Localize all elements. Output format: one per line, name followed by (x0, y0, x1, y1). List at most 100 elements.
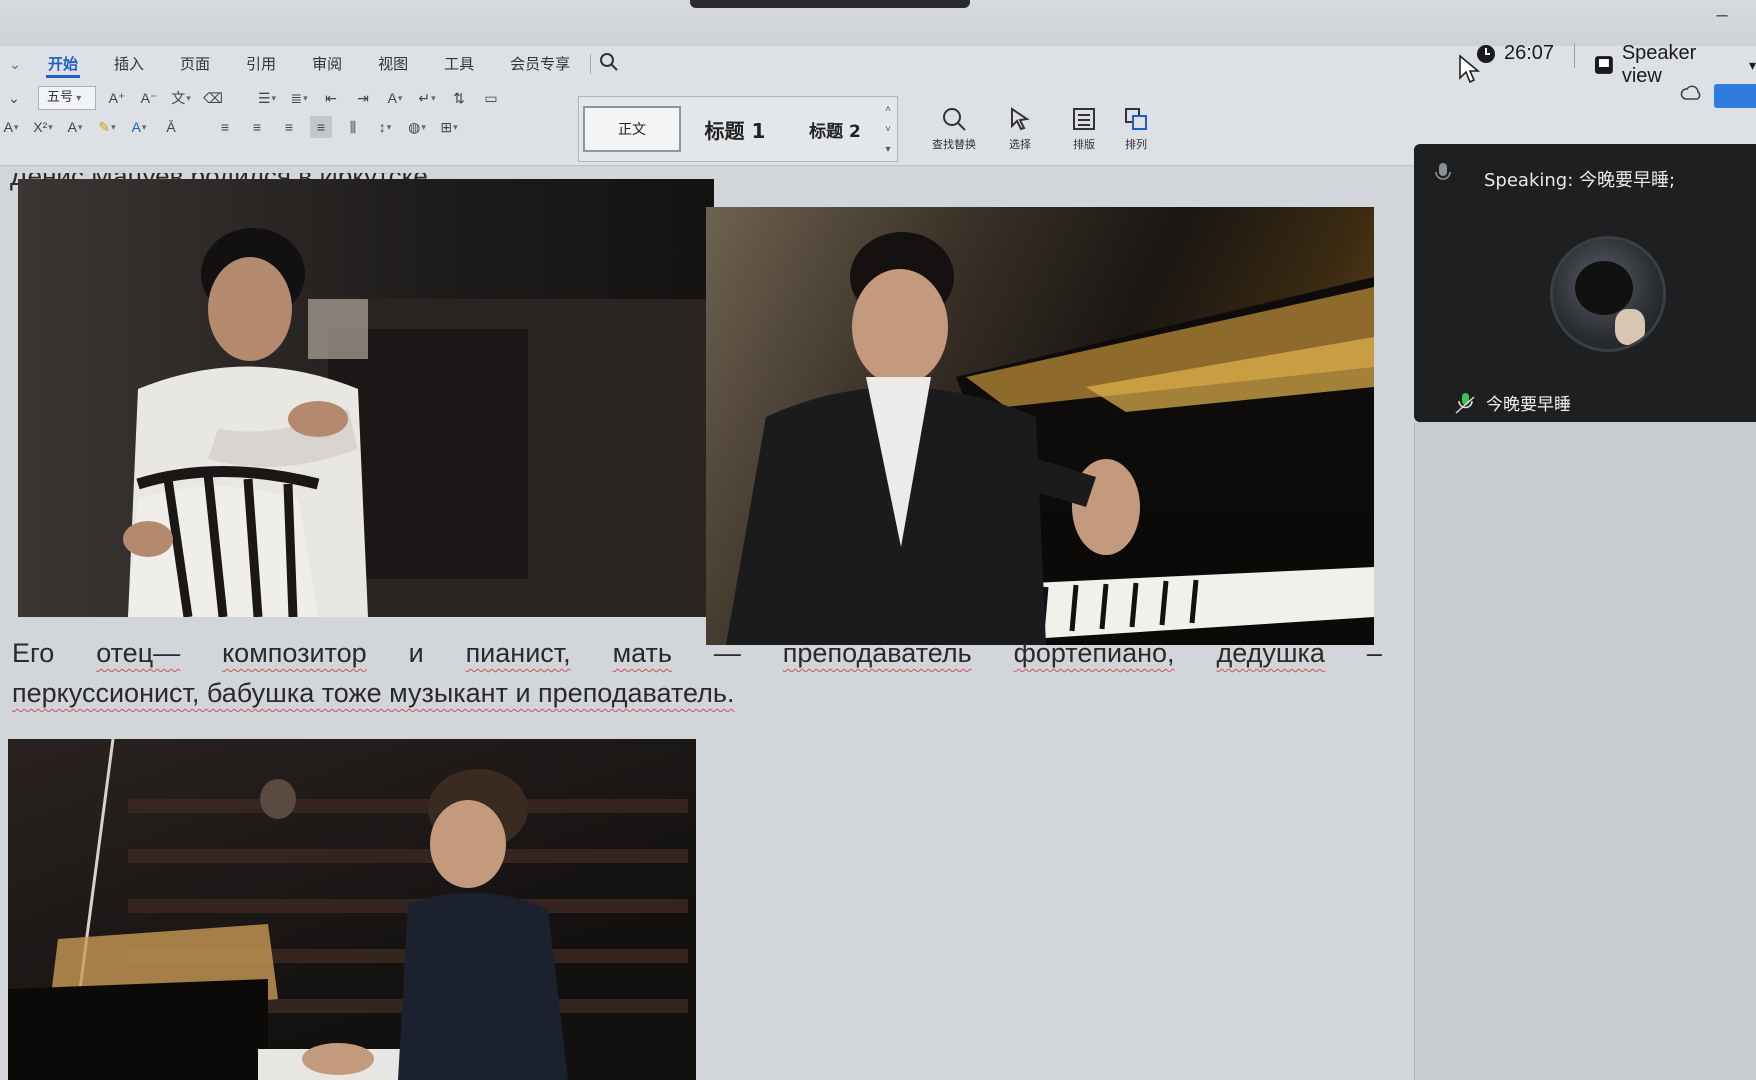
photo-pianist-at-piano[interactable] (706, 207, 1374, 645)
tab-insert[interactable]: 插入 (96, 50, 162, 78)
tab-references[interactable]: 引用 (228, 50, 294, 78)
arrange-label: 排列 (1125, 138, 1147, 151)
distribute-icon[interactable]: ⫼ (342, 116, 364, 138)
paragraph-line-2: перкуссионист, бабушка тоже музыкант и п… (12, 678, 735, 708)
increase-indent-icon[interactable]: ⇥ (352, 87, 374, 109)
right-side-panel (1414, 422, 1756, 1080)
expand-icon[interactable]: ▾ (881, 144, 895, 155)
chevron-up-icon[interactable]: ˄ (881, 104, 895, 115)
select-cursor-icon (1011, 107, 1030, 131)
word: преподаватель (782, 638, 972, 668)
text-direction-icon[interactable]: A (384, 87, 406, 109)
decrease-font-icon[interactable]: A⁻ (138, 87, 160, 109)
tab-review[interactable]: 审阅 (294, 50, 360, 78)
share-button[interactable] (1714, 84, 1756, 108)
photo-pianist-playing[interactable] (8, 739, 696, 1080)
word: – (1366, 638, 1382, 668)
microphone-icon (1435, 163, 1451, 180)
chevron-down-icon[interactable]: ⌄ (0, 56, 30, 73)
select-button[interactable]: 选择 (988, 106, 1052, 164)
font-size-dropdown[interactable]: 五号 (38, 86, 96, 110)
minimize-button[interactable]: – (1710, 5, 1734, 26)
font-color-icon[interactable]: A (128, 116, 150, 138)
highlight-icon[interactable]: ✎ (96, 116, 118, 138)
chevron-down-icon[interactable]: ˅ (881, 124, 895, 135)
timer-value: 26:07 (1504, 42, 1555, 64)
word: фортепиано, (1013, 638, 1175, 668)
tab-home[interactable]: 开始 (30, 50, 96, 78)
mouse-cursor-icon (1459, 54, 1481, 84)
font-toolbar-row-2: A X² A ✎ A Ā ≡ ≡ ≡ ≡ ⫼ ↕ ◍ ⊞ (0, 116, 460, 138)
meeting-timer: 26:07 (1476, 42, 1554, 65)
search-icon (943, 108, 966, 131)
tab-view[interactable]: 视图 (360, 50, 426, 78)
show-marks-icon[interactable]: ▭ (480, 87, 502, 109)
line-break-icon[interactable]: ↵ (416, 87, 438, 109)
align-center-icon[interactable]: ≡ (246, 116, 268, 138)
word: — (713, 638, 741, 668)
search-icon[interactable] (599, 52, 623, 76)
bullet-list-icon[interactable]: ☰ (256, 87, 278, 109)
borders-icon[interactable]: ⊞ (438, 116, 460, 138)
justify-icon[interactable]: ≡ (310, 116, 332, 138)
document-page[interactable]: Денис Мацуев родился в Иркутске. Его оте… (0, 167, 1414, 1080)
speaker-view-icon (1594, 56, 1613, 74)
title-bar-dark-strip (690, 0, 970, 8)
phonetic-guide-icon[interactable]: 文 (170, 87, 192, 109)
word: композитор (222, 638, 367, 668)
align-left-icon[interactable]: ≡ (214, 116, 236, 138)
speaker-view-button[interactable]: Speaker view ▾ (1594, 42, 1756, 88)
photo-piano-illustration (726, 232, 1374, 645)
photo-portrait-illustration (123, 228, 714, 617)
word: Его (12, 638, 55, 668)
tab-member[interactable]: 会员专享 (492, 50, 588, 78)
decrease-indent-icon[interactable]: ⇤ (320, 87, 342, 109)
line-spacing-icon[interactable]: ↕ (374, 116, 396, 138)
photo-pianist-portrait[interactable] (18, 179, 714, 617)
word: мать (612, 638, 672, 668)
document-canvas: Денис Мацуев родился в Иркутске. Его оте… (0, 167, 1414, 1080)
style-heading-2[interactable]: 标题 2 (789, 106, 881, 152)
font-name-dropdown[interactable]: ⌄ (0, 87, 28, 109)
avatar (1550, 236, 1666, 352)
mic-active-icon (1455, 392, 1475, 414)
increase-font-icon[interactable]: A⁺ (106, 87, 128, 109)
arrange-icon (1125, 108, 1147, 130)
strikethrough-icon[interactable]: A (0, 116, 22, 138)
char-shading-icon[interactable]: Ā (160, 116, 182, 138)
style-body[interactable]: 正文 (583, 106, 681, 152)
shading-icon[interactable]: ◍ (406, 116, 428, 138)
word: дедушка (1216, 638, 1325, 668)
layout-icon (1073, 108, 1095, 130)
menu-tabs: ⌄ 开始 插入 页面 引用 审阅 视图 工具 会员专享 (0, 50, 623, 78)
align-right-icon[interactable]: ≡ (278, 116, 300, 138)
paragraph-line-1: Его отец— композитор и пианист, мать — п… (12, 633, 1382, 673)
find-replace-button[interactable]: 查找替换 (922, 106, 986, 164)
photo-stage-illustration (8, 739, 688, 1080)
overlay-divider (1574, 44, 1575, 68)
word: пианист, (465, 638, 571, 668)
style-heading-1[interactable]: 标题 1 (681, 106, 789, 152)
word: и (408, 638, 424, 668)
text-effect-icon[interactable]: A (64, 116, 86, 138)
clear-format-icon[interactable]: ⌫ (202, 87, 224, 109)
menu-divider (590, 54, 592, 74)
speaker-video-panel: Speaking: 今晚要早睡; 今晚要早睡 (1414, 144, 1756, 422)
chevron-down-icon: ▾ (1748, 56, 1756, 73)
participant-name-label: 今晚要早睡 (1486, 395, 1571, 415)
tab-tools[interactable]: 工具 (426, 50, 492, 78)
tab-page[interactable]: 页面 (162, 50, 228, 78)
participant-name: 今晚要早睡 (1454, 390, 1571, 415)
style-gallery-scroll[interactable]: ˄ ˅ ▾ (881, 99, 895, 159)
numbered-list-icon[interactable]: ≣ (288, 87, 310, 109)
select-label: 选择 (1009, 138, 1031, 151)
font-toolbar-row-1: ⌄ 五号 A⁺ A⁻ 文 ⌫ ☰ ≣ ⇤ ⇥ A ↵ ⇅ ▭ (0, 86, 502, 110)
style-gallery: 正文 标题 1 标题 2 ˄ ˅ ▾ (578, 96, 898, 162)
cloud-sync-icon[interactable] (1680, 84, 1702, 104)
arrange-button[interactable]: 排列 (1104, 106, 1168, 164)
speaking-indicator: Speaking: 今晚要早睡; (1484, 170, 1676, 191)
sort-icon[interactable]: ⇅ (448, 87, 470, 109)
speaker-view-label: Speaker view (1621, 42, 1697, 87)
find-replace-label: 查找替换 (932, 138, 976, 151)
superscript-icon[interactable]: X² (32, 116, 54, 138)
